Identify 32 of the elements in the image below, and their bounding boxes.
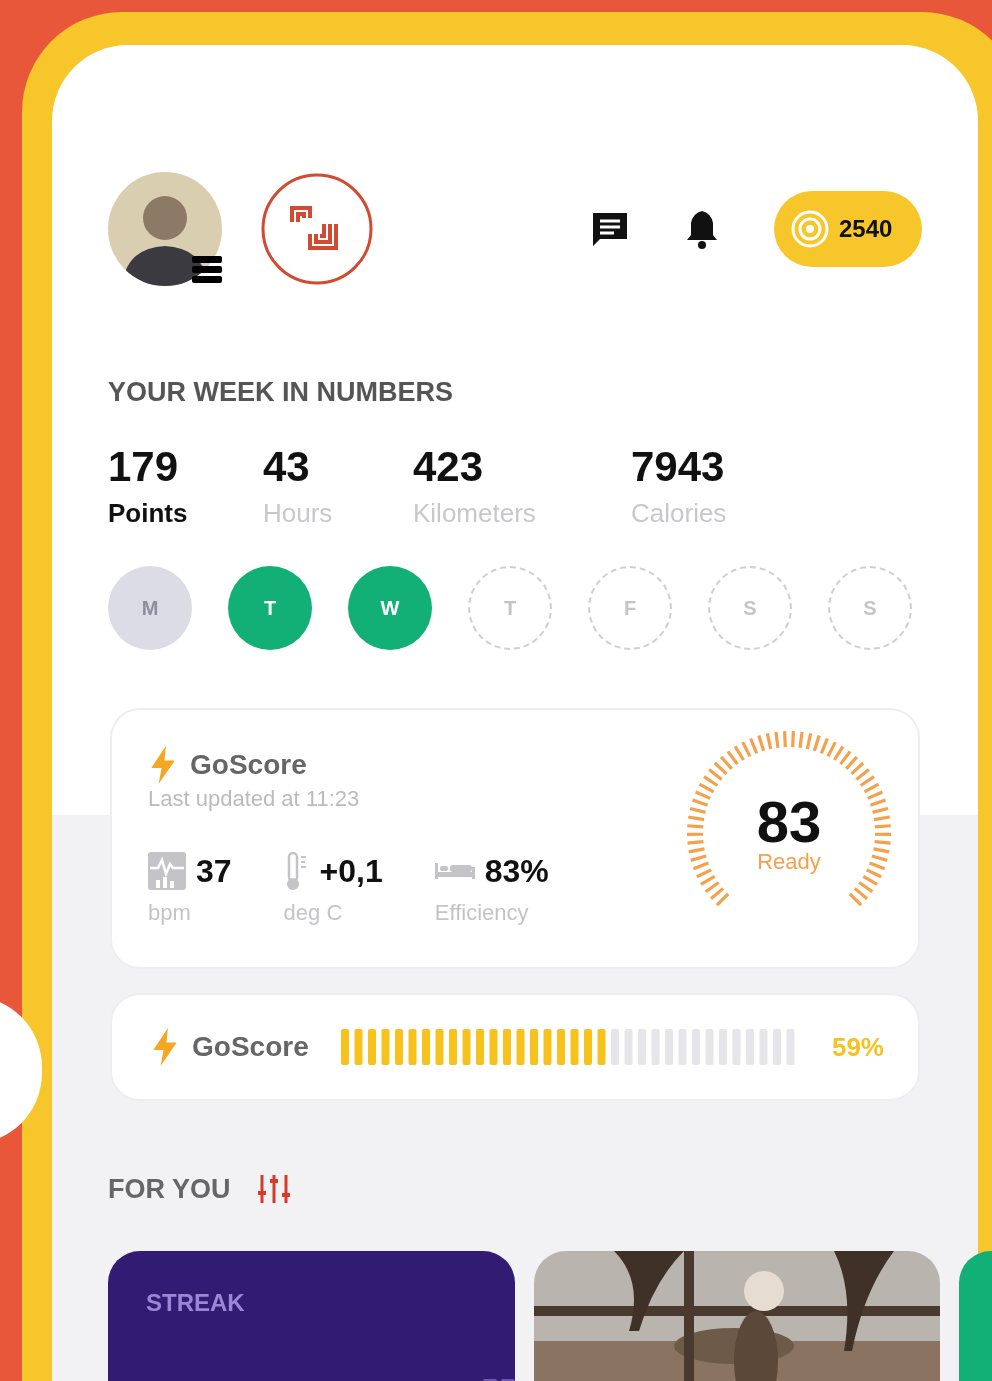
stat-tab[interactable]: Points bbox=[108, 500, 263, 526]
score-value: 83 bbox=[756, 793, 822, 851]
stat-value: 423 bbox=[413, 446, 485, 488]
points-count: 2540 bbox=[839, 214, 893, 244]
menu-icon[interactable] bbox=[192, 254, 222, 284]
metric-unit: deg C bbox=[283, 902, 344, 924]
streak-card[interactable]: STREAK bbox=[108, 1251, 515, 1381]
stat-value: 179 bbox=[108, 446, 180, 488]
metric-value: +0,1 bbox=[319, 855, 383, 887]
card-title: GoScore bbox=[192, 1030, 309, 1064]
bed-icon bbox=[434, 861, 475, 881]
metric-value: 37 bbox=[196, 855, 232, 887]
section-title: FOR YOU bbox=[108, 1175, 231, 1203]
notification-bell-icon[interactable] bbox=[685, 209, 719, 249]
metric-unit: bpm bbox=[148, 902, 192, 924]
stat-value: 7943 bbox=[631, 446, 726, 488]
metric-value: 83% bbox=[484, 855, 549, 887]
stat-value: 43 bbox=[263, 446, 311, 488]
filter-sliders-icon[interactable] bbox=[256, 1173, 291, 1205]
goscore-card[interactable]: GoScore Last updated at 11:23 37 bpm +0,1 deg C 83% Efficiency 83 Ready bbox=[110, 708, 920, 969]
section-title: YOUR WEEK IN NUMBERS bbox=[108, 379, 454, 406]
last-updated-text: Last updated at 11:23 bbox=[148, 788, 361, 810]
chat-icon[interactable] bbox=[590, 211, 630, 247]
points-badge[interactable]: 2540 bbox=[774, 191, 922, 267]
goscore-bar-card[interactable]: GoScore 59% bbox=[110, 993, 920, 1101]
heart-rate-chart-icon bbox=[148, 852, 186, 890]
score-label: Ready bbox=[757, 851, 821, 873]
card-title: GoScore bbox=[190, 751, 307, 779]
target-icon bbox=[791, 210, 829, 248]
progress-reading: 59% bbox=[831, 1030, 884, 1064]
metric-unit: Efficiency bbox=[434, 902, 530, 924]
card-title: STREAK bbox=[146, 1289, 245, 1316]
